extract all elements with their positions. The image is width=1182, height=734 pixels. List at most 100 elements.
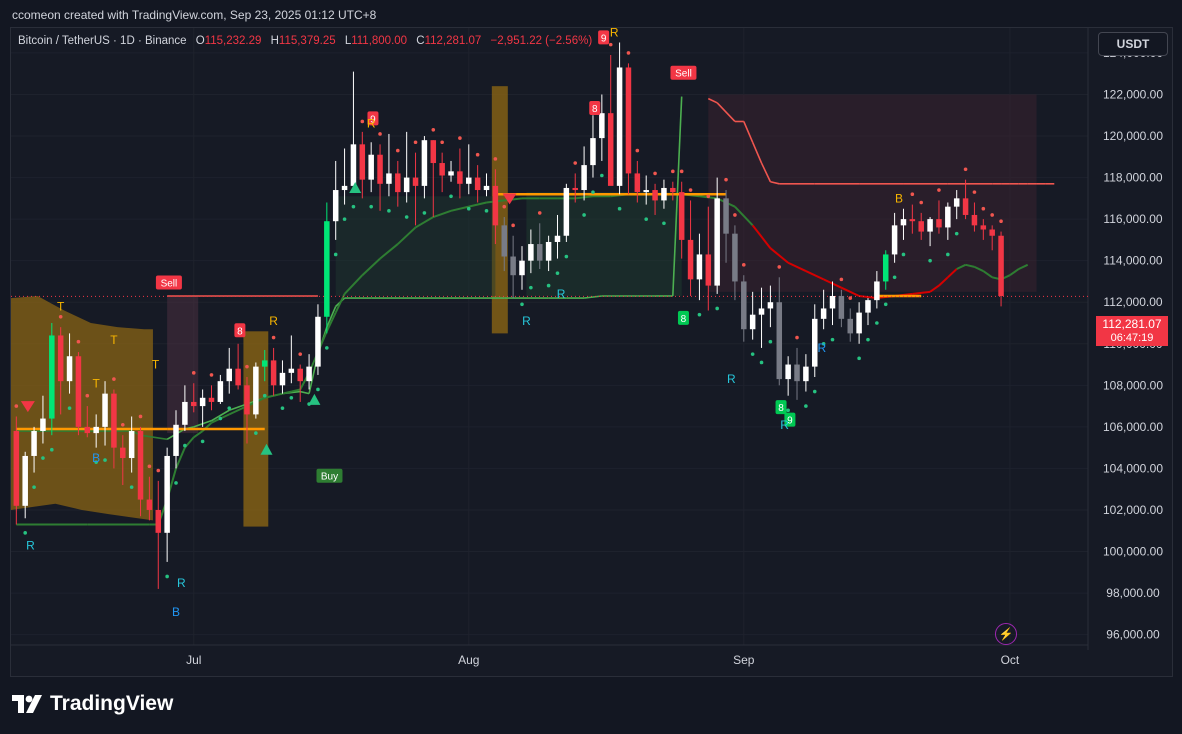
candle-body <box>448 171 454 176</box>
candle-body <box>785 364 791 380</box>
signal-dot <box>848 296 853 300</box>
signal-dot <box>58 314 63 319</box>
letter-label: R <box>610 25 619 39</box>
price-tick-label: 102,000.00 <box>1103 503 1163 517</box>
signal-dot <box>733 213 737 217</box>
candle-body <box>466 177 472 184</box>
signal-dot <box>537 211 542 215</box>
signal-dot <box>910 192 915 196</box>
signal-dot <box>937 188 941 192</box>
candle-body <box>820 308 827 319</box>
signal-dot <box>600 173 604 178</box>
candle-body <box>953 198 960 207</box>
signal-dot <box>555 271 560 275</box>
candle-body <box>918 221 924 232</box>
signal-dot <box>245 364 249 369</box>
signal-dot <box>484 209 489 213</box>
signal-dot <box>378 132 382 136</box>
candle-body <box>66 356 73 382</box>
signal-dot <box>165 574 169 579</box>
candle-body <box>31 431 37 456</box>
signal-dot <box>156 468 161 473</box>
signal-dot <box>591 190 595 194</box>
signal-dot <box>511 223 515 228</box>
signal-dot <box>741 263 746 267</box>
signal-dot <box>316 387 320 392</box>
tradingview-logo: TradingView <box>12 692 173 716</box>
currency-button[interactable]: USDT <box>1098 32 1168 56</box>
candle-body <box>767 302 774 309</box>
candle-body <box>13 431 20 506</box>
candle-body <box>199 397 206 407</box>
candle-body <box>794 364 800 382</box>
signal-dot <box>520 302 524 307</box>
candle-body <box>678 192 685 240</box>
signal-dot <box>112 377 116 381</box>
signal-dot <box>724 177 728 182</box>
time-tick-label: Oct <box>1001 653 1020 667</box>
signal-dot <box>50 447 54 452</box>
signal-dot <box>679 169 684 174</box>
candle-body <box>971 214 978 226</box>
candle-body <box>270 360 277 386</box>
candle-body <box>714 198 720 286</box>
candle-body <box>607 113 614 186</box>
candle-body <box>22 455 28 506</box>
signal-dot <box>147 464 152 469</box>
letter-label: R <box>367 117 376 131</box>
candle-body <box>253 366 259 415</box>
signal-dot <box>919 200 924 205</box>
letter-label: B <box>92 451 100 465</box>
signal-dot <box>697 312 702 317</box>
supertrend-segment <box>300 390 310 395</box>
candle-body <box>882 254 889 282</box>
letter-label: R <box>177 576 186 590</box>
candle-body <box>945 206 951 228</box>
candle-body <box>57 335 64 382</box>
letter-label: T <box>92 376 100 390</box>
candle-body <box>111 393 117 448</box>
candle-body <box>102 393 108 427</box>
count-label: 8 <box>592 104 598 115</box>
signal-dot <box>298 352 303 356</box>
letter-label: T <box>152 358 160 372</box>
candle-body <box>403 177 410 193</box>
candle-body <box>128 431 135 459</box>
signal-dot <box>644 217 648 221</box>
candle-body <box>936 219 942 228</box>
signal-dot <box>635 148 640 153</box>
candle-body <box>226 368 232 382</box>
signal-dot <box>218 416 223 421</box>
signal-dot <box>875 321 879 325</box>
signal-dot <box>750 352 755 356</box>
signal-dot <box>369 204 373 209</box>
signal-dot <box>653 171 657 176</box>
signal-dot <box>963 167 968 172</box>
candle-body <box>315 316 321 367</box>
candle-body <box>980 225 987 230</box>
candle-body <box>732 233 738 282</box>
candle-body <box>279 372 286 386</box>
candle-body <box>572 187 578 191</box>
candle-body <box>927 219 933 232</box>
candle-body <box>430 140 437 164</box>
signal-dot <box>901 252 906 257</box>
candle-body <box>776 302 783 380</box>
candle-body <box>528 244 534 261</box>
signal-dot <box>395 148 400 153</box>
candle-body <box>998 235 1004 296</box>
signal-dot <box>564 254 569 259</box>
candle-body <box>359 144 366 180</box>
signal-dot <box>191 371 196 375</box>
signal-dot <box>351 204 356 209</box>
letter-label: B <box>172 605 180 619</box>
candle-body <box>891 225 898 255</box>
candle-body <box>501 225 508 257</box>
buy-label: Buy <box>321 472 338 483</box>
candle-body <box>120 447 126 459</box>
candle-body <box>297 368 303 382</box>
candle-body <box>439 163 445 176</box>
signal-dot <box>387 209 391 213</box>
last-price-value: 112,281.07 <box>1102 317 1162 331</box>
flash-icon[interactable]: ⚡ <box>995 623 1017 645</box>
